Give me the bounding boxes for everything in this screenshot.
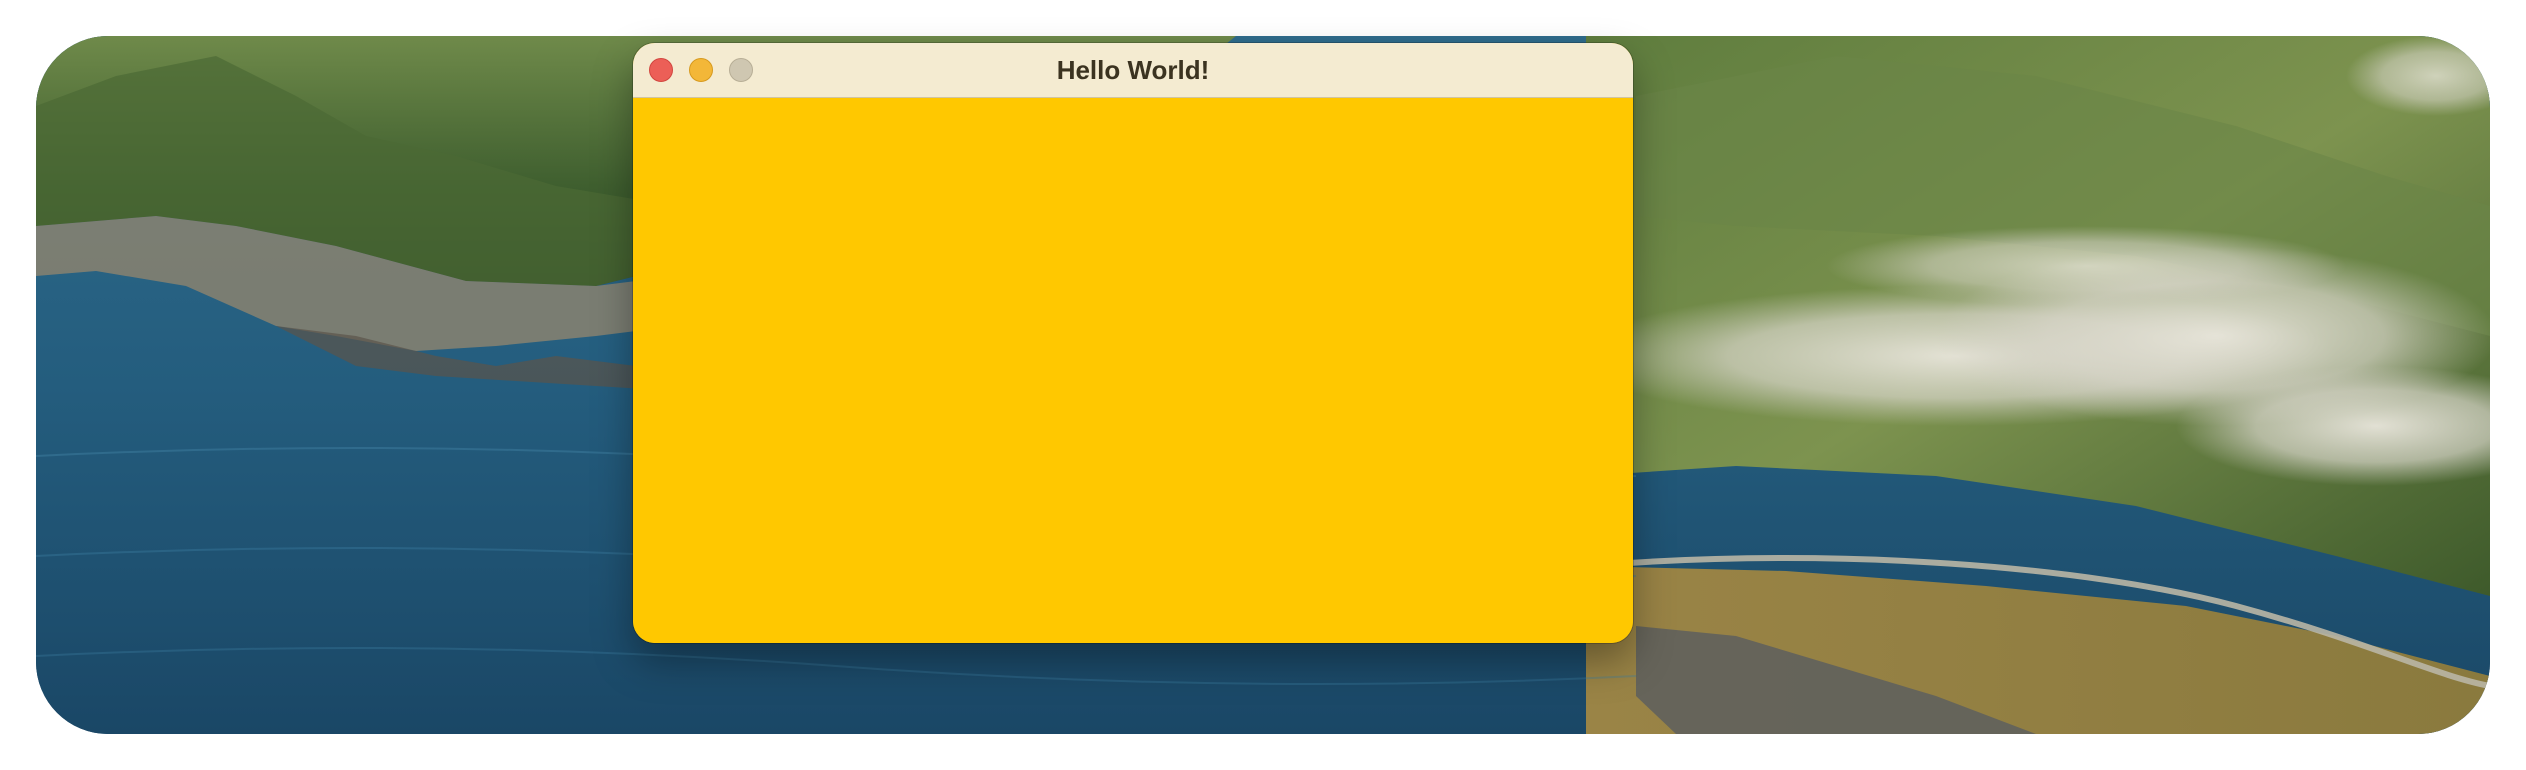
window-title: Hello World! bbox=[1056, 55, 1210, 85]
window-content bbox=[633, 98, 1633, 643]
app-window[interactable]: Hello World! bbox=[633, 43, 1633, 643]
window-titlebar[interactable]: Hello World! bbox=[633, 43, 1633, 98]
